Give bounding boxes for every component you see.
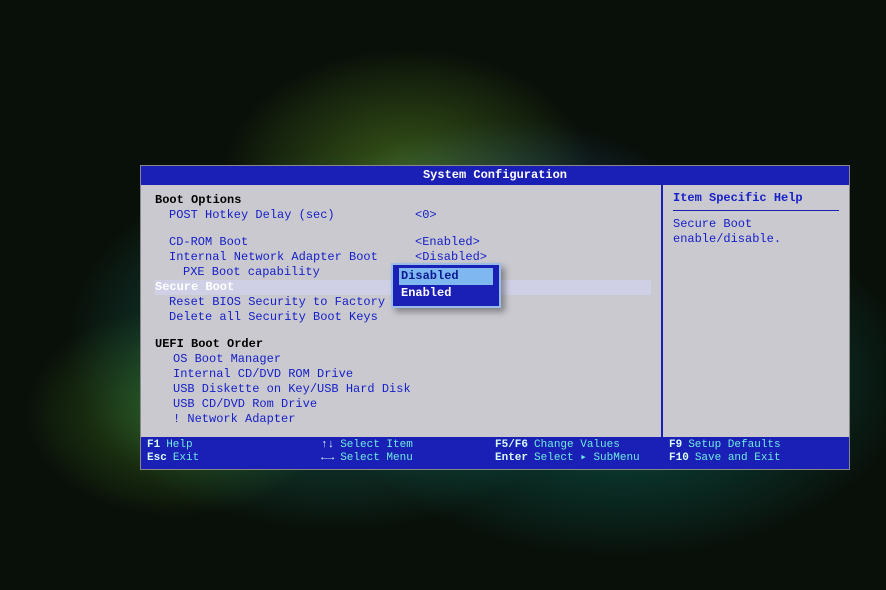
cdrom-boot-value: <Enabled> (405, 235, 651, 250)
bios-body: Boot Options POST Hotkey Delay (sec) <0>… (141, 185, 849, 437)
boot-order-item[interactable]: OS Boot Manager (155, 352, 651, 367)
post-hotkey-label: POST Hotkey Delay (sec) (155, 208, 405, 223)
secure-boot-popup: Disabled Enabled (391, 263, 501, 308)
post-hotkey-value: <0> (405, 208, 651, 223)
footer-select-item: ↑↓Select Item (321, 439, 495, 453)
boot-order-item[interactable]: ! Network Adapter (155, 412, 651, 427)
cdrom-boot-row[interactable]: CD-ROM Boot <Enabled> (155, 235, 651, 250)
footer-save-exit: F10Save and Exit (669, 452, 843, 466)
delete-keys-label: Delete all Security Boot Keys (155, 310, 651, 325)
footer-select-menu: ←→Select Menu (321, 452, 495, 466)
main-panel: Boot Options POST Hotkey Delay (sec) <0>… (141, 185, 663, 437)
popup-option-enabled[interactable]: Enabled (399, 285, 493, 302)
secure-boot-label: Secure Boot (155, 280, 405, 295)
boot-options-header: Boot Options (155, 193, 651, 208)
footer-bar: F1Help ↑↓Select Item F5/F6Change Values … (141, 437, 849, 470)
boot-order-item[interactable]: USB Diskette on Key/USB Hard Disk (155, 382, 651, 397)
post-hotkey-row[interactable]: POST Hotkey Delay (sec) <0> (155, 208, 651, 223)
help-text: Secure Boot enable/disable. (673, 217, 839, 247)
cdrom-boot-label: CD-ROM Boot (155, 235, 405, 250)
window-title: System Configuration (141, 166, 849, 185)
boot-order-item[interactable]: USB CD/DVD Rom Drive (155, 397, 651, 412)
popup-option-disabled[interactable]: Disabled (399, 268, 493, 285)
footer-change-values: F5/F6Change Values (495, 439, 669, 453)
bios-window: System Configuration Boot Options POST H… (140, 165, 850, 470)
delete-keys-row[interactable]: Delete all Security Boot Keys (155, 310, 651, 325)
net-adapter-label: Internal Network Adapter Boot (155, 250, 405, 265)
footer-help: F1Help (147, 439, 321, 453)
boot-order-item[interactable]: Internal CD/DVD ROM Drive (155, 367, 651, 382)
footer-enter: EnterSelect ▸ SubMenu (495, 452, 669, 466)
help-title: Item Specific Help (673, 191, 839, 211)
help-panel: Item Specific Help Secure Boot enable/di… (663, 185, 849, 437)
footer-setup-defaults: F9Setup Defaults (669, 439, 843, 453)
pxe-label: PXE Boot capability (155, 265, 405, 280)
footer-exit: EscExit (147, 452, 321, 466)
uefi-boot-order-header: UEFI Boot Order (155, 337, 651, 352)
